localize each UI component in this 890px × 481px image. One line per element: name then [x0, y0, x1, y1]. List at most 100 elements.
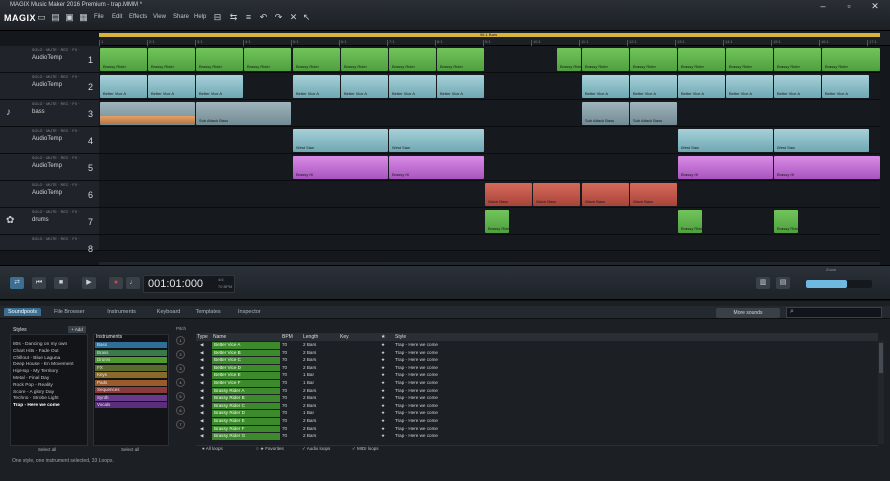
audio-clip[interactable]: Better Vice A [148, 75, 195, 98]
audio-clip[interactable]: Brassy Rider [774, 210, 800, 233]
audio-clip[interactable]: Brassy Rider [485, 210, 511, 233]
stop-button[interactable]: ■ [54, 277, 68, 289]
col-length[interactable]: Length [303, 334, 318, 340]
filter-all-loops[interactable]: ● All loops [202, 446, 223, 451]
style-item[interactable]: Trap - Here we come [13, 403, 60, 408]
table-row[interactable]: ◀ Better Vice A 70 2 Bars ★ Trap - Here we co… [196, 342, 878, 349]
pointer-icon[interactable]: ↖ [301, 12, 312, 23]
instrument-item[interactable]: Pads [95, 379, 167, 386]
menu-effects[interactable]: Effects [129, 14, 147, 20]
instrument-item[interactable]: FX [95, 364, 167, 371]
track-buttons[interactable]: SOLO · MUTE · REC · FX · [32, 102, 80, 106]
style-item[interactable]: Rock Pop - Reality [13, 383, 53, 388]
audio-clip[interactable]: West Saw [389, 129, 484, 152]
cut-icon[interactable]: ✕ [288, 12, 299, 23]
audio-clip[interactable]: Better Vice A [582, 75, 629, 98]
mouse-mode-icon[interactable]: ⊟ [212, 12, 223, 23]
style-item[interactable]: Chart Hits - Fade Out [13, 349, 59, 354]
table-row[interactable]: ◀ Brassy Rider E 70 2 Bars ★ Trap - Here we c… [196, 418, 878, 425]
audio-clip[interactable]: Brassy Rider [341, 48, 388, 71]
audio-clip[interactable]: Brassy Hi [389, 156, 484, 179]
track-buttons[interactable]: SOLO · MUTE · REC · FX · [32, 48, 80, 52]
record-button[interactable]: ● [109, 277, 123, 289]
col-key[interactable]: Key [340, 334, 349, 340]
zoom-label[interactable]: Zoom [826, 267, 836, 272]
minimize-icon[interactable]: – [810, 0, 836, 12]
table-row[interactable]: ◀ Brassy Rider D 70 1 Bar ★ Trap - Here we co… [196, 410, 878, 417]
audio-clip[interactable]: Brassy Rider [678, 48, 725, 71]
loops-scroll-thumb[interactable] [879, 343, 883, 373]
pitch-button[interactable]: 6 [176, 406, 185, 415]
col-style[interactable]: Style [395, 334, 406, 340]
instrument-item[interactable]: Vocals [95, 402, 167, 408]
track-buttons[interactable]: SOLO · MUTE · REC · FX · [32, 129, 80, 133]
audio-clip[interactable]: Brassy Rider [196, 48, 243, 71]
track-buttons[interactable]: SOLO · MUTE · REC · FX · [32, 156, 80, 160]
audio-clip[interactable]: Better Vice A [774, 75, 821, 98]
track-name[interactable]: AudioTemp [32, 136, 62, 142]
tab-soundpools[interactable]: Soundpools [4, 308, 42, 316]
audio-clip[interactable]: Brassy Rider [726, 48, 773, 71]
audio-clip[interactable]: Brassy Rider [557, 48, 583, 71]
table-row[interactable]: ◀ Better Vice B 70 2 Bars ★ Trap - Here we co… [196, 349, 878, 357]
audio-clip[interactable]: Brassy Rider [822, 48, 880, 71]
instrument-item[interactable]: Keys [95, 372, 167, 378]
audio-clip[interactable]: Brassy Rider [148, 48, 195, 71]
pitch-button[interactable]: 1 [176, 336, 185, 345]
tab-file-browser[interactable]: File Browser [50, 308, 89, 316]
audio-clip[interactable]: Sub Attack Bass [582, 102, 629, 125]
audio-clip[interactable]: West Saw [678, 129, 773, 152]
audio-clip[interactable]: Better Vice A [341, 75, 388, 98]
sync-icon[interactable]: ≡ [243, 12, 254, 23]
instrument-item[interactable]: Synth [95, 394, 167, 401]
table-row[interactable]: ◀ Brassy Rider G 70 2 Bars ★ Trap - Here we c… [196, 433, 878, 440]
audio-clip[interactable]: Better Vice A [196, 75, 243, 98]
audio-clip[interactable]: Brassy Hi [678, 156, 773, 179]
menu-share[interactable]: Share [173, 14, 189, 20]
audio-clip[interactable]: West Saw [293, 129, 388, 152]
style-item[interactable]: HipHop - My Territory [13, 369, 58, 374]
instrument-item[interactable]: Bass [95, 342, 167, 348]
table-row[interactable]: ◀ Brassy Rider C 70 2 Bars ★ Trap - Here we c… [196, 402, 878, 410]
filter-midi-loops[interactable]: ✓ MIDI loops [352, 446, 379, 452]
track-name[interactable]: bass [32, 109, 45, 115]
style-item[interactable]: 80s - Dancing on my own [13, 342, 67, 347]
table-row[interactable]: ◀ Better Vice C 70 2 Bars ★ Trap - Here we co… [196, 357, 878, 364]
pitch-button[interactable]: 5 [176, 392, 185, 401]
tab-templates[interactable]: Templates [192, 308, 225, 316]
table-row[interactable]: ◀ Better Vice E 70 1 Bar ★ Trap - Here we com… [196, 372, 878, 379]
add-style-button[interactable]: + Add [68, 326, 86, 333]
style-item[interactable]: Metal - Final Day [13, 376, 49, 381]
search-input[interactable] [786, 307, 882, 318]
track-lane[interactable] [99, 235, 880, 251]
track-buttons[interactable]: SOLO · MUTE · REC · FX · [32, 210, 80, 214]
close-icon[interactable]: ✕ [862, 0, 888, 12]
table-row[interactable]: ◀ Better Vice D 70 2 Bars ★ Trap - Here we co… [196, 364, 878, 372]
audio-clip[interactable]: West Saw [774, 129, 869, 152]
bass-clip-selection[interactable] [100, 116, 195, 123]
loop-button[interactable]: ⇄ [10, 277, 24, 289]
split-icon[interactable]: ⇆ [228, 12, 239, 23]
keyboard-button[interactable]: ▤ [776, 277, 790, 289]
instrument-item[interactable]: Drums [95, 357, 167, 363]
audio-clip[interactable]: Better Vice A [726, 75, 773, 98]
redo-icon[interactable]: ↷ [273, 12, 284, 23]
col-favorite[interactable]: ★ [381, 334, 385, 340]
col-bpm[interactable]: BPM [282, 334, 293, 340]
menu-view[interactable]: View [153, 14, 166, 20]
track-buttons[interactable]: SOLO · MUTE · REC · FX · [32, 75, 80, 79]
open-file-icon[interactable]: ▤ [50, 12, 61, 23]
audio-clip[interactable]: Brassy Rider [437, 48, 484, 71]
audio-clip[interactable]: Wave Bass [630, 183, 677, 206]
tab-inspector[interactable]: Inspector [234, 308, 265, 316]
track-name[interactable]: AudioTemp [32, 82, 62, 88]
menu-file[interactable]: File [94, 14, 104, 20]
audio-clip[interactable]: Brassy Rider [389, 48, 436, 71]
audio-clip[interactable]: Brassy Hi [293, 156, 388, 179]
pitch-button[interactable]: 7 [176, 420, 185, 429]
style-item[interactable]: Techno - Strobe Light [13, 396, 59, 401]
audio-clip[interactable]: Brassy Rider [630, 48, 677, 71]
audio-clip[interactable]: Wave Bass [485, 183, 532, 206]
col-name[interactable]: Name [213, 334, 226, 340]
audio-clip[interactable]: Wave Bass [533, 183, 580, 206]
